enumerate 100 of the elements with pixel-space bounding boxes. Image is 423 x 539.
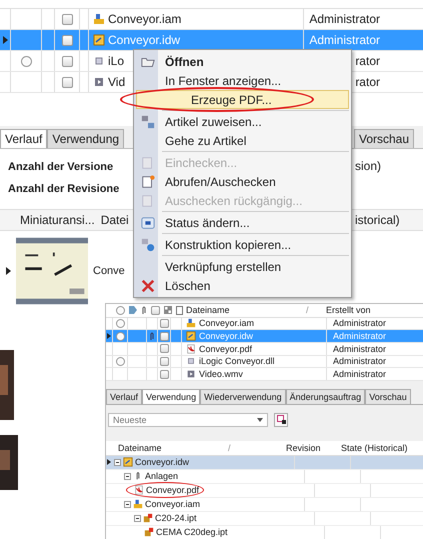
- tab[interactable]: Wiederverwendung: [200, 388, 286, 404]
- document-icon: [141, 174, 155, 188]
- file-name: Anlagen: [145, 471, 178, 482]
- caret-icon: [257, 418, 263, 422]
- column-title: Revision: [286, 442, 321, 453]
- tree-row[interactable]: CEMA C20deg.ipt: [106, 526, 423, 539]
- checkbox[interactable]: [62, 14, 72, 24]
- collapse-icon[interactable]: [114, 458, 121, 466]
- menu-item[interactable]: Gehe zu Artikel: [136, 131, 349, 150]
- menu-item[interactable]: Status ändern...: [136, 213, 349, 232]
- checkbox[interactable]: [160, 370, 168, 379]
- version-dropdown[interactable]: Neueste: [108, 412, 268, 427]
- document-icon: [141, 156, 155, 170]
- assembly-icon: [93, 13, 105, 25]
- checkbox[interactable]: [62, 34, 72, 46]
- file-name: Conve: [93, 265, 125, 277]
- menu-item[interactable]: Öffnen: [136, 52, 349, 71]
- created-by: Administrator: [333, 369, 386, 380]
- tab[interactable]: Vorschau: [354, 129, 414, 148]
- checkbox[interactable]: [160, 332, 168, 341]
- status-icon: [141, 216, 155, 230]
- checkbox[interactable]: [160, 344, 168, 354]
- file-row[interactable]: Conveyor.iam Administrator: [106, 318, 423, 330]
- file-name: Conveyor.idw: [108, 33, 180, 47]
- menu-item[interactable]: Verknüpfung erstellen: [136, 257, 349, 276]
- menu-item[interactable]: Erzeuge PDF...: [136, 90, 349, 109]
- column-title: State (Historical): [341, 442, 408, 453]
- menu-item[interactable]: In Fenster anzeigen...: [136, 71, 349, 90]
- paperclip-icon: [149, 332, 155, 341]
- paperclip-icon: [141, 306, 147, 315]
- tab[interactable]: Vorschau: [365, 388, 411, 404]
- tree-row[interactable]: Anlagen: [106, 470, 423, 484]
- collapse-icon[interactable]: [134, 514, 141, 522]
- sort-mark: /: [228, 442, 231, 453]
- drawing-icon: [186, 331, 196, 342]
- summary-label: Anzahl der Revisione: [8, 183, 120, 195]
- menu-item[interactable]: Konstruktion kopieren...: [136, 235, 349, 254]
- tree-row[interactable]: C20-24.ipt: [106, 512, 423, 526]
- file-name: Conveyor.pdf: [199, 344, 252, 354]
- checkbox[interactable]: [160, 318, 168, 328]
- file-name: Vid: [108, 75, 126, 89]
- menu-item[interactable]: Löschen: [136, 276, 349, 295]
- checkbox[interactable]: [62, 56, 72, 66]
- summary-label: Anzahl der Versione: [8, 161, 114, 173]
- document-icon: [141, 194, 155, 208]
- created-by: Administrator: [309, 12, 380, 26]
- column-title: Erstellt von: [326, 305, 371, 316]
- row-pointer-icon: [6, 267, 11, 275]
- row-pointer-icon: [107, 333, 111, 340]
- file-name: Conveyor.pdf: [146, 485, 200, 496]
- tab[interactable]: Verwendung: [142, 388, 200, 404]
- column-title: Dateiname: [118, 442, 162, 453]
- menu-item[interactable]: Artikel zuweisen...: [136, 112, 349, 131]
- created-by: Administrator: [333, 356, 386, 366]
- summary-value: sion): [355, 159, 382, 173]
- file-name: iLogic Conveyor.dll: [199, 356, 275, 366]
- status-circle-icon: [116, 356, 124, 366]
- checkbox[interactable]: [151, 306, 160, 315]
- column-title: istorical): [355, 213, 400, 227]
- column-title: Miniaturansi...: [20, 213, 95, 227]
- drawing-icon: [123, 457, 133, 468]
- tab[interactable]: Verlauf: [106, 388, 142, 404]
- tree-row[interactable]: Conveyor.iam: [106, 498, 423, 512]
- file-name: Conveyor.idw: [199, 331, 254, 342]
- status-circle-icon: [20, 56, 32, 66]
- part-icon: [143, 513, 153, 524]
- file-row[interactable]: iLogic Conveyor.dll Administrator: [106, 356, 423, 368]
- video-icon: [186, 369, 196, 380]
- column-title: Datei: [100, 213, 129, 227]
- pdf-icon: [186, 344, 196, 354]
- delete-icon: [141, 278, 155, 292]
- file-name: C20-24.ipt: [155, 513, 197, 524]
- collapse-icon[interactable]: [124, 500, 131, 508]
- assembly-icon: [133, 499, 143, 510]
- tree-row[interactable]: Conveyor.idw: [106, 456, 423, 470]
- row-pointer-icon: [2, 36, 8, 44]
- file-row[interactable]: Video.wmv Administrator: [106, 368, 423, 381]
- row-pointer-icon: [107, 459, 111, 466]
- created-by: Administrator: [333, 318, 386, 328]
- file-name: Conveyor.iam: [145, 499, 200, 510]
- status-circle-icon: [116, 332, 124, 341]
- tree-row[interactable]: Conveyor.pdf: [106, 484, 423, 498]
- window-icon: [276, 415, 286, 424]
- filter-button[interactable]: [274, 412, 288, 427]
- tab[interactable]: Änderungsauftrag: [286, 388, 366, 404]
- file-name: CEMA C20deg.ipt: [156, 527, 228, 538]
- checkbox[interactable]: [160, 356, 168, 366]
- file-row[interactable]: Conveyor.pdf Administrator: [106, 342, 423, 356]
- file-name: Video.wmv: [199, 369, 243, 380]
- menu-item[interactable]: Abrufen/Auschecken: [136, 172, 349, 191]
- tab[interactable]: Verwendung: [47, 129, 124, 148]
- checkbox[interactable]: [62, 76, 72, 88]
- created-by: Administrator: [309, 33, 380, 47]
- part-icon: [144, 527, 154, 538]
- file-name: iLo: [108, 54, 124, 68]
- sort-mark: /: [306, 305, 309, 316]
- tab[interactable]: Verlauf: [0, 129, 48, 148]
- collapse-icon[interactable]: [124, 472, 131, 480]
- created-by: rator: [355, 54, 380, 68]
- file-name: Conveyor.iam: [108, 12, 182, 26]
